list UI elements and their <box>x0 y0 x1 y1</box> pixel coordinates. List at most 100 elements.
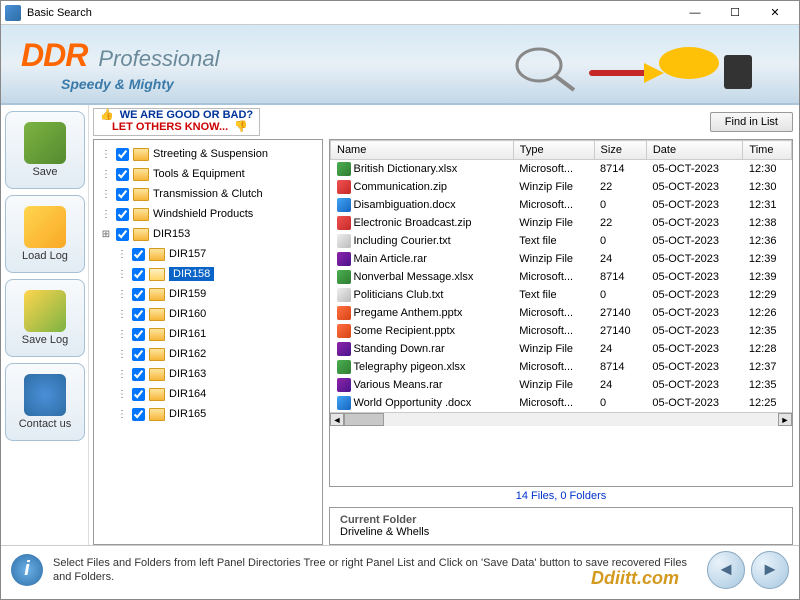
app-icon <box>5 5 21 21</box>
column-header[interactable]: Name <box>331 141 514 160</box>
tagline: Speedy & Mighty <box>61 76 219 92</box>
thumb-down-icon: 👎 <box>234 121 248 133</box>
tree-checkbox[interactable] <box>132 248 145 261</box>
file-row[interactable]: Politicians Club.txtText file005-OCT-202… <box>331 286 792 304</box>
sidebar-save-log-button[interactable]: Save Log <box>5 279 85 357</box>
expand-icon[interactable]: ⊞ <box>100 229 112 240</box>
file-row[interactable]: British Dictionary.xlsxMicrosoft...87140… <box>331 160 792 179</box>
folder-tree[interactable]: ⋮Streeting & Suspension⋮Tools & Equipmen… <box>93 139 323 545</box>
close-button[interactable]: ✕ <box>755 3 795 23</box>
tree-checkbox[interactable] <box>132 368 145 381</box>
expand-icon[interactable]: ⋮ <box>116 269 128 280</box>
folder-icon <box>133 168 149 181</box>
file-list[interactable]: NameTypeSizeDateTimeBritish Dictionary.x… <box>329 139 793 487</box>
next-button[interactable]: ► <box>751 551 789 589</box>
expand-icon[interactable]: ⋮ <box>100 149 112 160</box>
tree-item[interactable]: ⋮DIR162 <box>96 344 320 364</box>
expand-icon[interactable]: ⋮ <box>100 189 112 200</box>
file-row[interactable]: Disambiguation.docxMicrosoft...005-OCT-2… <box>331 196 792 214</box>
tree-item[interactable]: ⋮ DIR163 <box>96 364 320 384</box>
file-row[interactable]: Some Recipient.pptxMicrosoft...2714005-O… <box>331 322 792 340</box>
expand-icon[interactable]: ⋮ <box>100 209 112 220</box>
file-icon <box>337 234 351 248</box>
tree-label: DIR163 <box>169 368 206 380</box>
current-folder-panel: Current Folder Driveline & Whells <box>329 507 793 545</box>
maximize-button[interactable]: ☐ <box>715 3 755 23</box>
file-icon <box>337 198 351 212</box>
scroll-thumb[interactable] <box>344 413 384 426</box>
scroll-right-icon[interactable]: ► <box>778 413 792 426</box>
tree-checkbox[interactable] <box>132 268 145 281</box>
file-icon <box>337 162 351 176</box>
file-row[interactable]: Various Means.rarWinzip File2405-OCT-202… <box>331 376 792 394</box>
tree-item[interactable]: ⋮ DIR160 <box>96 304 320 324</box>
column-header[interactable]: Size <box>594 141 646 160</box>
file-row[interactable]: Pregame Anthem.pptxMicrosoft...2714005-O… <box>331 304 792 322</box>
sidebar-save-button[interactable]: Save <box>5 111 85 189</box>
tree-checkbox[interactable] <box>116 228 129 241</box>
expand-icon[interactable]: ⋮ <box>116 389 128 400</box>
file-icon <box>337 360 351 374</box>
tree-checkbox[interactable] <box>132 288 145 301</box>
expand-icon[interactable]: ⋮ <box>116 289 128 300</box>
tree-checkbox[interactable] <box>132 348 145 361</box>
folder-icon <box>133 208 149 221</box>
sidebar-contact-us-button[interactable]: Contact us <box>5 363 85 441</box>
tree-checkbox[interactable] <box>116 148 129 161</box>
expand-icon[interactable]: ⋮ <box>100 169 112 180</box>
tree-checkbox[interactable] <box>132 408 145 421</box>
file-count-status: 14 Files, 0 Folders <box>329 487 793 505</box>
tree-item[interactable]: ⊞DIR153 <box>96 224 320 244</box>
folder-icon <box>149 288 165 301</box>
sidebar-load-log-button[interactable]: Load Log <box>5 195 85 273</box>
tree-item[interactable]: ⋮DIR158 <box>96 264 320 284</box>
file-row[interactable]: Communication.zipWinzip File2205-OCT-202… <box>331 178 792 196</box>
tree-checkbox[interactable] <box>132 328 145 341</box>
file-icon <box>337 270 351 284</box>
column-header[interactable]: Time <box>743 141 792 160</box>
minimize-button[interactable]: — <box>675 3 715 23</box>
tree-item[interactable]: ⋮Tools & Equipment <box>96 164 320 184</box>
tree-item[interactable]: ⋮DIR165 <box>96 404 320 424</box>
tree-label: DIR160 <box>169 308 206 320</box>
feedback-banner[interactable]: 👍 WE ARE GOOD OR BAD? LET OTHERS KNOW...… <box>93 108 260 136</box>
expand-icon[interactable]: ⋮ <box>116 249 128 260</box>
column-header[interactable]: Date <box>646 141 743 160</box>
file-row[interactable]: World Opportunity .docxMicrosoft...005-O… <box>331 394 792 412</box>
tree-checkbox[interactable] <box>116 188 129 201</box>
find-in-list-button[interactable]: Find in List <box>710 112 793 132</box>
tree-item[interactable]: ⋮DIR164 <box>96 384 320 404</box>
file-icon <box>337 252 351 266</box>
file-row[interactable]: Electronic Broadcast.zipWinzip File2205-… <box>331 214 792 232</box>
file-row[interactable]: Nonverbal Message.xlsxMicrosoft...871405… <box>331 268 792 286</box>
expand-icon[interactable]: ⋮ <box>116 329 128 340</box>
tree-item[interactable]: ⋮DIR157 <box>96 244 320 264</box>
expand-icon[interactable]: ⋮ <box>116 309 128 320</box>
si-save-icon <box>24 122 66 164</box>
banner: DDR Professional Speedy & Mighty <box>1 25 799 105</box>
horizontal-scrollbar[interactable]: ◄ ► <box>330 412 792 426</box>
column-header[interactable]: Type <box>513 141 594 160</box>
footer: i Select Files and Folders from left Pan… <box>1 545 799 593</box>
tree-item[interactable]: ⋮ DIR159 <box>96 284 320 304</box>
expand-icon[interactable]: ⋮ <box>116 409 128 420</box>
file-row[interactable]: Standing Down.rarWinzip File2405-OCT-202… <box>331 340 792 358</box>
tree-checkbox[interactable] <box>116 168 129 181</box>
tree-item[interactable]: ⋮Streeting & Suspension <box>96 144 320 164</box>
expand-icon[interactable]: ⋮ <box>116 369 128 380</box>
sidebar: SaveLoad LogSave LogContact us <box>1 105 89 545</box>
prev-button[interactable]: ◄ <box>707 551 745 589</box>
tree-checkbox[interactable] <box>132 388 145 401</box>
tree-checkbox[interactable] <box>116 208 129 221</box>
scroll-left-icon[interactable]: ◄ <box>330 413 344 426</box>
file-row[interactable]: Including Courier.txtText file005-OCT-20… <box>331 232 792 250</box>
tree-checkbox[interactable] <box>132 308 145 321</box>
tree-item[interactable]: ⋮DIR161 <box>96 324 320 344</box>
file-row[interactable]: Telegraphy pigeon.xlsxMicrosoft...871405… <box>331 358 792 376</box>
tree-item[interactable]: ⋮Transmission & Clutch <box>96 184 320 204</box>
file-row[interactable]: Main Article.rarWinzip File2405-OCT-2023… <box>331 250 792 268</box>
tree-item[interactable]: ⋮Windshield Products <box>96 204 320 224</box>
tree-label: DIR159 <box>169 288 206 300</box>
folder-icon <box>133 228 149 241</box>
expand-icon[interactable]: ⋮ <box>116 349 128 360</box>
